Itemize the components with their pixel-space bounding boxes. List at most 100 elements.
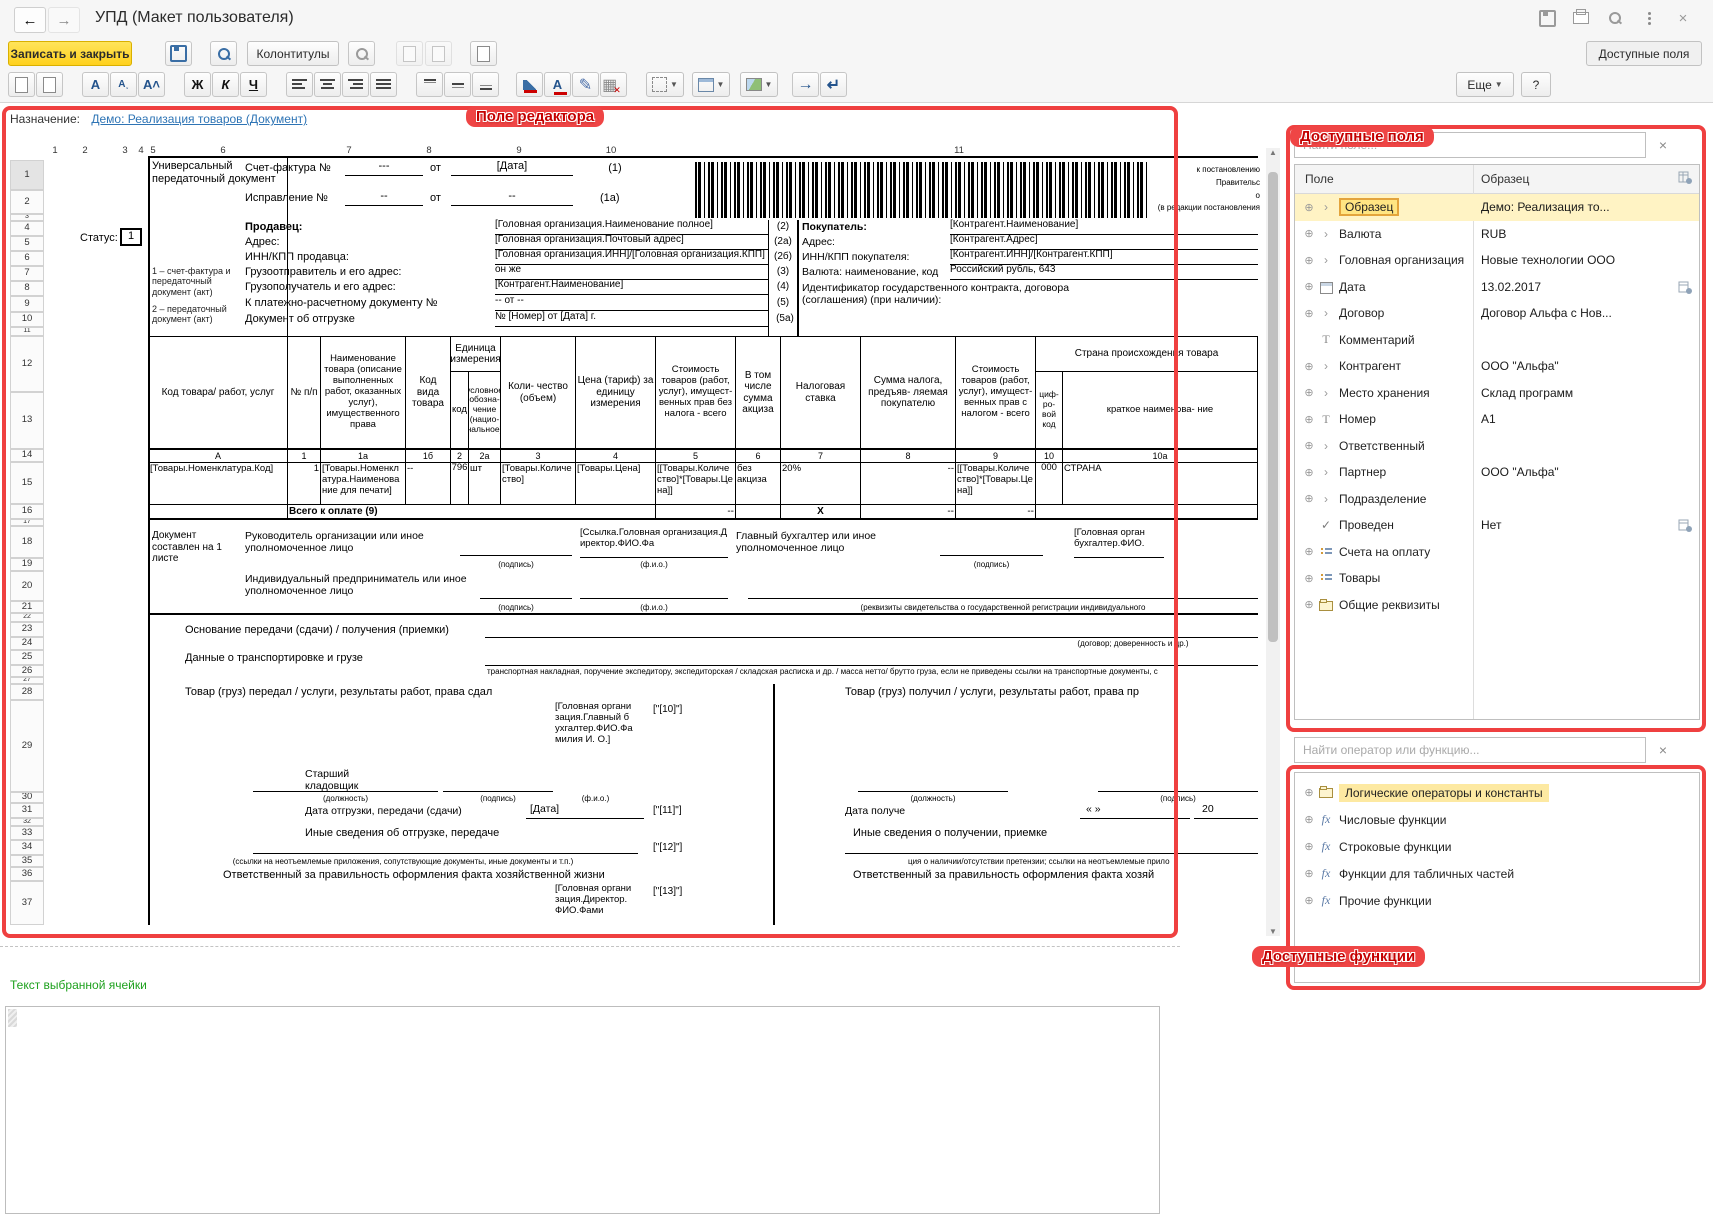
row-header[interactable]: 16 [10, 504, 44, 519]
cell-item[interactable]: [[Товары.Количество]*[Товары.Цена]] [655, 462, 736, 505]
font-button[interactable]: A [82, 72, 109, 97]
align-center-button[interactable] [314, 72, 341, 97]
field-row[interactable]: ⊕TНомерА1 [1295, 406, 1699, 433]
cell-from[interactable]: от [423, 192, 448, 206]
field-gear-icon[interactable] [1678, 280, 1693, 298]
cell-item[interactable]: 000 [1035, 462, 1063, 505]
row-header[interactable]: 12 [10, 336, 44, 392]
expand-plus-icon[interactable]: ⊕ [1301, 466, 1317, 479]
cell-seller-label[interactable]: Продавец: [245, 221, 490, 235]
cell-colnum[interactable]: 5 [655, 449, 736, 463]
print-preview-button[interactable] [210, 41, 237, 66]
row-header[interactable]: 19 [10, 558, 44, 571]
expand-plus-icon[interactable]: ⊕ [1301, 492, 1317, 505]
row-header[interactable]: 27 [10, 677, 44, 684]
cell-colnum[interactable]: 8 [860, 449, 956, 463]
cell-total-value[interactable]: -- [955, 504, 1036, 520]
cell-buyer-label[interactable]: ИНН/КПП покупателя: [802, 251, 948, 265]
cell-buyer-label[interactable]: Валюта: наименование, код [802, 266, 950, 280]
cell-ref11[interactable]: ["[11]"] [653, 805, 703, 819]
cell-buyer-value[interactable]: [Контрагент.Наименование] [950, 219, 1258, 235]
functions-search-input[interactable] [1294, 737, 1646, 763]
field-row[interactable]: TКомментарий [1295, 327, 1699, 354]
cell-corr-value[interactable]: -- [345, 190, 423, 206]
cell-items-header[interactable]: Наименование товара (описание выполненны… [320, 336, 406, 449]
cell-corr-date[interactable]: -- [451, 190, 573, 206]
back-button[interactable]: ← [14, 7, 46, 33]
cell-colnum[interactable]: 1а [320, 449, 406, 463]
row-header[interactable]: 14 [10, 449, 44, 462]
col-header[interactable]: 1 [44, 146, 66, 159]
cell-item[interactable]: -- [405, 462, 451, 505]
expand-plus-icon[interactable]: ⊕ [1301, 413, 1317, 426]
underline-button[interactable]: Ч [240, 72, 267, 97]
cell-num[interactable]: (2а) [769, 236, 797, 250]
cell-line[interactable] [443, 778, 553, 792]
cell-line[interactable] [845, 840, 1258, 854]
highlight-button[interactable]: ✎ [572, 72, 599, 97]
cell-seller-value[interactable]: [Головная организация.ИНН]/[Головная орг… [495, 249, 768, 265]
expand-plus-icon[interactable]: ⊕ [1301, 840, 1317, 853]
cell-items-header[interactable]: Сумма налога, предъяв- ляемая покупателю [860, 336, 956, 449]
barcode[interactable] [695, 162, 1150, 218]
row-header[interactable]: 8 [10, 281, 44, 296]
cell-num[interactable]: (5а) [769, 313, 801, 327]
row-header[interactable]: 31 [10, 803, 44, 818]
row-header[interactable]: 10 [10, 312, 44, 327]
field-row[interactable]: ⊕›Место храненияСклад программ [1295, 380, 1699, 407]
cell-recv-year[interactable]: 20 [1194, 803, 1258, 819]
expand-plus-icon[interactable]: ⊕ [1301, 307, 1317, 320]
align-left-button[interactable] [286, 72, 313, 97]
bold-button[interactable]: Ж [184, 72, 211, 97]
cell-seller-label[interactable]: Адрес: [245, 236, 490, 250]
function-category-row[interactable]: ⊕Логические операторы и константы [1295, 779, 1699, 806]
picture-dropdown[interactable]: ▼ [740, 72, 778, 97]
cell-colnum[interactable]: 1 [287, 449, 321, 463]
cell-status-legend1[interactable]: 1 – счет-фактура и передаточный документ… [152, 266, 246, 306]
align-right-button[interactable] [342, 72, 369, 97]
cell-item[interactable]: [Товары.Номенклатура.Код] [148, 462, 288, 505]
cell-total-label[interactable]: Всего к оплате (9) [287, 504, 656, 520]
expand-plus-icon[interactable]: ⊕ [1301, 572, 1317, 585]
cell-item[interactable]: [[Товары.Количество]*[Товары.Цена]] [955, 462, 1036, 505]
row-header[interactable]: 26 [10, 665, 44, 677]
cell-items-header[interactable]: Стоимость товаров (работ, услуг), имущес… [955, 336, 1036, 449]
cell-status-legend2[interactable]: 2 – передаточный документ (акт) [152, 304, 246, 332]
expand-plus-icon[interactable]: ⊕ [1301, 439, 1317, 452]
available-fields-toggle-button[interactable]: Доступные поля [1586, 41, 1702, 66]
headers-footers-button[interactable]: Колонтитулы [247, 41, 339, 66]
cell-transfer-right-title[interactable]: Товар (груз) получил / услуги, результат… [845, 686, 1258, 700]
cell-sign-line[interactable] [480, 571, 572, 599]
cell-colnum[interactable]: А [148, 449, 288, 463]
cell-item[interactable]: 1 [287, 462, 321, 505]
cell-seller-value[interactable]: [Головная организация.Почтовый адрес] [495, 234, 768, 250]
forward-button[interactable]: → [48, 7, 80, 33]
expand-plus-icon[interactable]: ⊕ [1301, 386, 1317, 399]
expand-plus-icon[interactable]: ⊕ [1301, 227, 1317, 240]
row-header[interactable]: 28 [10, 684, 44, 700]
cell-items-header[interactable]: В том числе сумма акциза [735, 336, 781, 449]
row-header[interactable]: 3 [10, 214, 44, 221]
field-row[interactable]: ⊕›Ответственный [1295, 433, 1699, 460]
cell-colnum[interactable]: 10а [1062, 449, 1258, 463]
cell-status-value[interactable]: 1 [120, 228, 142, 246]
row-header[interactable]: 7 [10, 266, 44, 281]
field-row[interactable]: ⊕Дата13.02.2017 [1295, 274, 1699, 301]
layout-editor-grid[interactable]: 1 2 3 4 5 6 7 8 9 10 11 1 2 3 4 5 6 7 8 … [8, 146, 1264, 938]
cell-line[interactable] [253, 840, 638, 854]
cell-buyer-label[interactable]: Покупатель: [802, 221, 948, 235]
cell-invoice-date[interactable]: [Дата] [451, 160, 573, 176]
table-settings-gear-icon[interactable] [1678, 170, 1693, 188]
text-color-button[interactable]: А [544, 72, 571, 97]
cell-seller-value[interactable]: [Головная организация.Наименование полно… [495, 219, 768, 235]
row-header[interactable]: 33 [10, 826, 44, 840]
cell-ref12[interactable]: ["[12]"] [653, 842, 703, 856]
cell-item[interactable]: [Товары.Номенклатура.Наименование для пе… [320, 462, 406, 505]
cell-buyer-label[interactable]: Адрес: [802, 236, 948, 250]
cell-seller-value[interactable]: [Контрагент.Наименование] [495, 279, 768, 295]
cell-item[interactable]: без акциза [735, 462, 781, 505]
expand-plus-icon[interactable]: ⊕ [1301, 545, 1317, 558]
cell-status-label[interactable]: Статус: [80, 232, 120, 246]
cell-chief-fio[interactable]: [Головная орган бухгалтер.ФИО. [1074, 528, 1164, 558]
field-row[interactable]: ✓ПроведенНет [1295, 512, 1699, 539]
